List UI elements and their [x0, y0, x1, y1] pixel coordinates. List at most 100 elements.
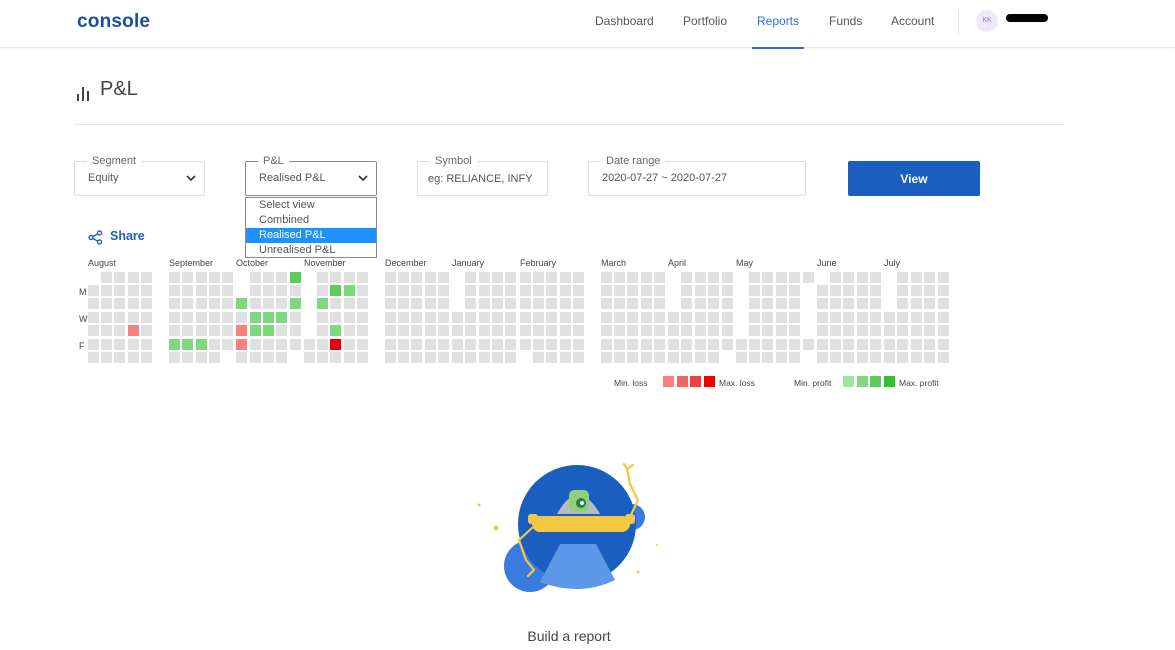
heatmap-cell — [101, 312, 112, 323]
option-combined[interactable]: Combined — [246, 213, 376, 228]
heatmap-cell — [627, 325, 638, 336]
heatmap-cell — [492, 285, 503, 296]
view-button[interactable]: View — [848, 161, 980, 196]
heatmap-cell — [236, 339, 247, 350]
heatmap-cell — [843, 312, 854, 323]
heatmap-cell — [222, 312, 233, 323]
heatmap-cell — [438, 339, 449, 350]
heatmap-cell — [573, 285, 584, 296]
pnl-select[interactable]: P&L Realised P&L — [245, 155, 377, 196]
heatmap-cell — [911, 339, 922, 350]
heatmap-cell — [88, 285, 99, 296]
heatmap-cell — [776, 339, 787, 350]
heatmap-cell — [276, 339, 287, 350]
heatmap-cell — [250, 298, 261, 309]
heatmap-cell — [762, 339, 773, 350]
heatmap-cell — [520, 312, 531, 323]
user-avatar[interactable]: KK — [976, 10, 998, 32]
heatmap-cell — [736, 352, 747, 363]
heatmap-cell — [749, 272, 760, 283]
heatmap-cell — [479, 339, 490, 350]
heatmap-cell — [614, 339, 625, 350]
heatmap-cell — [357, 352, 368, 363]
heatmap-cell — [385, 285, 396, 296]
heatmap-cell — [884, 352, 895, 363]
symbol-input[interactable] — [419, 163, 546, 194]
heatmap-cell — [169, 272, 180, 283]
pnl-value: Realised P&L — [259, 172, 326, 184]
day-label: W — [79, 314, 88, 324]
heatmap-cell — [857, 312, 868, 323]
heatmap-cell — [938, 325, 949, 336]
heatmap-cell — [870, 272, 881, 283]
heatmap-cell — [870, 298, 881, 309]
heatmap-cell — [304, 352, 315, 363]
heatmap-cell — [196, 298, 207, 309]
heatmap-cell — [101, 272, 112, 283]
heatmap-cell — [830, 298, 841, 309]
heatmap-cell — [452, 325, 463, 336]
heatmap-cell — [344, 312, 355, 323]
heatmap-cell — [263, 298, 274, 309]
option-realised-pnl[interactable]: Realised P&L — [246, 228, 376, 243]
heatmap-cell — [533, 272, 544, 283]
heatmap-cell — [411, 298, 422, 309]
redacted-username[interactable] — [1006, 14, 1048, 22]
heatmap-cell — [236, 325, 247, 336]
nav-portfolio[interactable]: Portfolio — [683, 0, 727, 48]
heatmap-cell — [425, 298, 436, 309]
month-label: January — [452, 258, 485, 268]
heatmap-cell — [209, 298, 220, 309]
heatmap-cell — [641, 312, 652, 323]
heatmap-cell — [601, 325, 612, 336]
heatmap-cell — [654, 325, 665, 336]
page-title-text: P&L — [100, 78, 138, 100]
heatmap-cell — [492, 272, 503, 283]
heatmap-cell — [169, 298, 180, 309]
heatmap-cell — [830, 339, 841, 350]
heatmap-cell — [88, 312, 99, 323]
heatmap-cell — [438, 272, 449, 283]
heatmap-cell — [492, 339, 503, 350]
heatmap-cell — [290, 298, 301, 309]
heatmap-cell — [668, 339, 679, 350]
heatmap-cell — [425, 272, 436, 283]
heatmap-cell — [88, 325, 99, 336]
heatmap-cell — [250, 325, 261, 336]
heatmap-cell — [695, 272, 706, 283]
console-logo[interactable]: console — [77, 11, 150, 33]
nav-account[interactable]: Account — [891, 0, 934, 48]
heatmap-cell — [533, 285, 544, 296]
heatmap-cell — [398, 325, 409, 336]
heatmap-cell — [101, 325, 112, 336]
nav-funds[interactable]: Funds — [829, 0, 862, 48]
heatmap-cell — [330, 325, 341, 336]
heatmap-cell — [843, 325, 854, 336]
heatmap-cell — [817, 339, 828, 350]
heatmap-cell — [749, 312, 760, 323]
heatmap-cell — [479, 272, 490, 283]
segment-select[interactable]: Segment Equity — [74, 155, 205, 196]
heatmap-cell — [520, 298, 531, 309]
option-select-view[interactable]: Select view — [246, 198, 376, 213]
heatmap-cell — [870, 312, 881, 323]
heatmap-cell — [425, 339, 436, 350]
heatmap-cell — [533, 312, 544, 323]
heatmap-cell — [209, 285, 220, 296]
heatmap-cell — [276, 298, 287, 309]
heatmap-cell — [884, 339, 895, 350]
heatmap-cell — [465, 325, 476, 336]
heatmap-cell — [398, 312, 409, 323]
heatmap-cell — [911, 325, 922, 336]
heatmap-cell — [533, 352, 544, 363]
nav-reports[interactable]: Reports — [751, 0, 805, 49]
heatmap-cell — [425, 352, 436, 363]
option-unrealised-pnl[interactable]: Unrealised P&L — [246, 243, 376, 258]
heatmap-cell — [736, 339, 747, 350]
heatmap-cell — [924, 339, 935, 350]
nav-dashboard[interactable]: Dashboard — [595, 0, 654, 48]
heatmap-cell — [870, 325, 881, 336]
heatmap-cell — [749, 339, 760, 350]
date-range-field[interactable]: Date range 2020-07-27 ~ 2020-07-27 — [588, 155, 806, 196]
month-label: July — [884, 258, 901, 268]
